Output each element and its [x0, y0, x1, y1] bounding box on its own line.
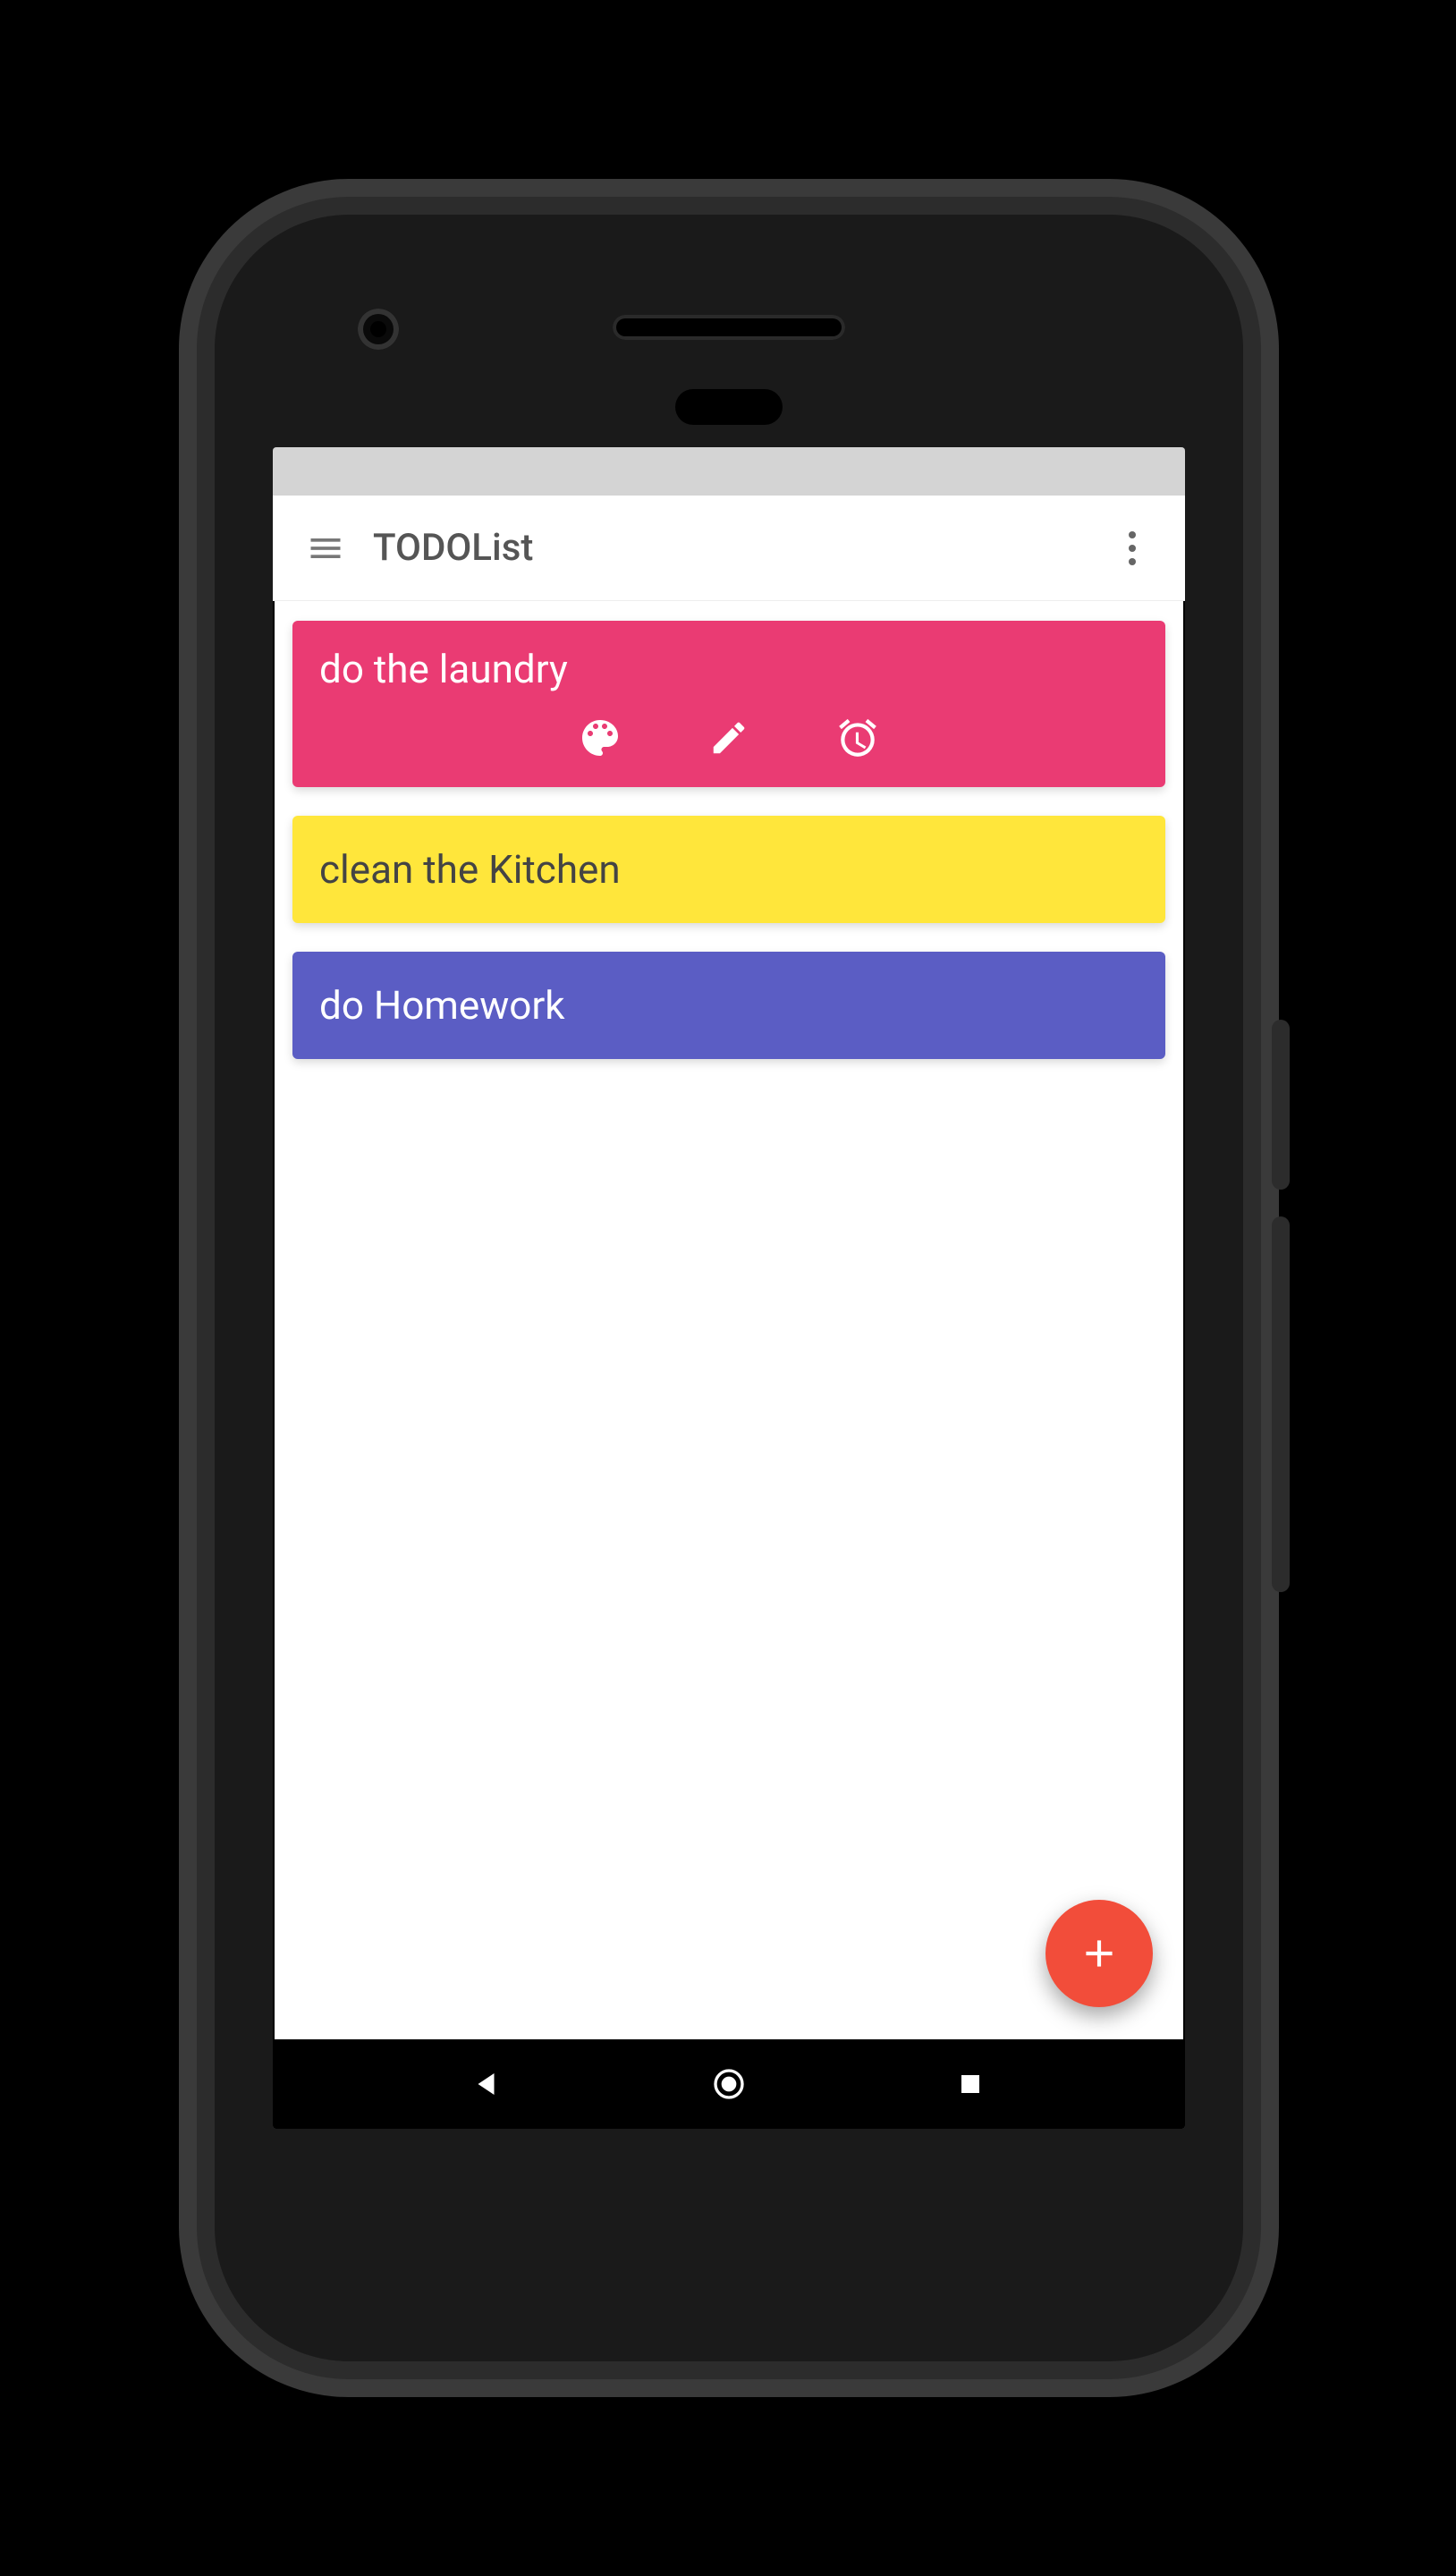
recents-button[interactable] [944, 2057, 997, 2111]
task-list: do the laundry [273, 601, 1185, 2039]
plus-icon [1077, 1931, 1122, 1976]
reminder-button[interactable] [834, 714, 882, 762]
home-button[interactable] [702, 2057, 756, 2111]
task-actions [292, 710, 1165, 787]
alarm-icon [835, 716, 880, 760]
app-bar: TODOList [273, 496, 1185, 601]
proximity-slot [675, 389, 783, 425]
camera-dot [358, 309, 399, 350]
palette-icon [579, 716, 622, 759]
task-card[interactable]: do Homework [292, 952, 1165, 1059]
back-button[interactable] [461, 2057, 514, 2111]
app-title: TODOList [373, 526, 533, 570]
edit-button[interactable] [705, 714, 753, 762]
circle-home-icon [711, 2066, 747, 2102]
status-bar [273, 447, 1185, 496]
volume-rocker[interactable] [1272, 1216, 1290, 1592]
add-task-fab[interactable] [1045, 1900, 1153, 2007]
task-card[interactable]: do the laundry [292, 621, 1165, 787]
speaker-slot [613, 315, 845, 340]
task-card[interactable]: clean the Kitchen [292, 816, 1165, 923]
color-button[interactable] [576, 714, 624, 762]
power-button[interactable] [1272, 1020, 1290, 1190]
task-label: clean the Kitchen [292, 816, 1165, 923]
pencil-icon [708, 717, 749, 758]
system-nav-bar [273, 2039, 1185, 2129]
task-label: do the laundry [292, 621, 1165, 710]
square-recents-icon [957, 2071, 984, 2097]
triangle-back-icon [471, 2068, 504, 2100]
screen: TODOList do the laundry [273, 447, 1185, 2129]
menu-button[interactable] [294, 517, 357, 580]
task-label: do Homework [292, 952, 1165, 1059]
overflow-icon [1128, 529, 1137, 568]
phone-frame: TODOList do the laundry [215, 215, 1243, 2361]
hamburger-icon [306, 529, 345, 568]
overflow-button[interactable] [1101, 517, 1164, 580]
